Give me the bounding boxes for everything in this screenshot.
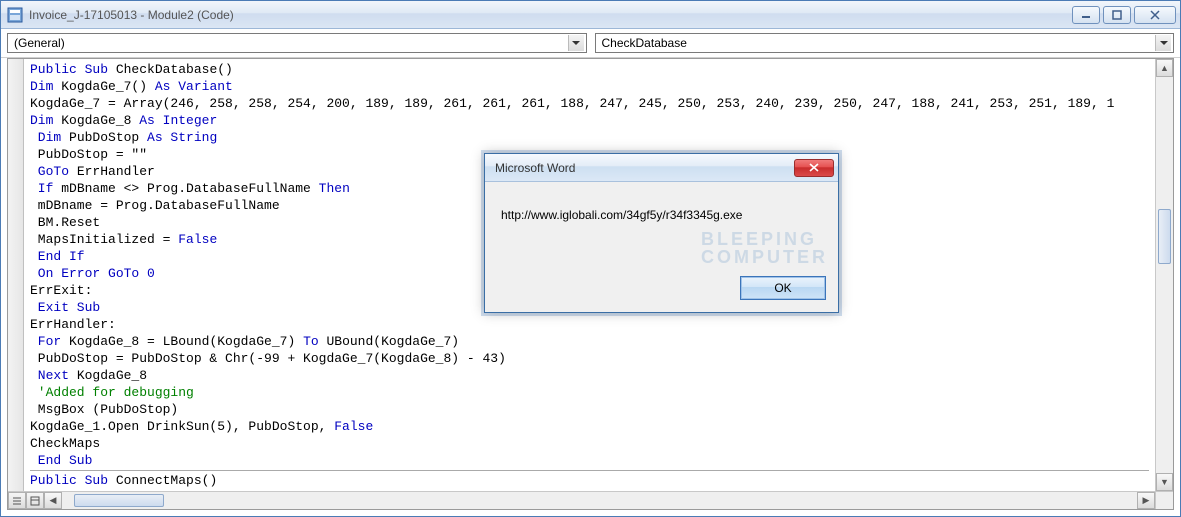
app-icon (7, 7, 23, 23)
code-line: Dim PubDoStop As String (30, 129, 1149, 146)
code-line: Dim KogdaGe_8 As Integer (30, 112, 1149, 129)
scroll-right-arrow-icon[interactable]: ▶ (1137, 492, 1155, 509)
object-dropdown[interactable]: (General) (7, 33, 587, 53)
code-line: 'Added for debugging (30, 384, 1149, 401)
code-line: MsgBox (PubDoStop) (30, 401, 1149, 418)
message-dialog: Microsoft Word http://www.iglobali.com/3… (484, 153, 839, 313)
scroll-up-arrow-icon[interactable]: ▲ (1156, 59, 1173, 77)
object-dropdown-value: (General) (14, 36, 65, 50)
margin-indicator-bar (8, 59, 24, 491)
code-line: KogdaGe_1.Open DrinkSun(5), PubDoStop, F… (30, 418, 1149, 435)
minimize-button[interactable] (1072, 6, 1100, 24)
procedure-view-button[interactable] (8, 492, 26, 509)
dialog-close-button[interactable] (794, 159, 834, 177)
scroll-corner (1155, 492, 1173, 509)
watermark: BLEEPING COMPUTER (701, 230, 828, 266)
chevron-down-icon (1155, 35, 1171, 51)
horizontal-scroll-thumb[interactable] (74, 494, 164, 507)
dialog-titlebar[interactable]: Microsoft Word (485, 154, 838, 182)
code-line: End Sub (30, 452, 1149, 469)
code-line: Next KogdaGe_8 (30, 367, 1149, 384)
code-line: Public Sub ConnectMaps() (30, 472, 1149, 489)
vertical-scroll-thumb[interactable] (1158, 209, 1171, 264)
procedure-dropdown[interactable]: CheckDatabase (595, 33, 1175, 53)
close-button[interactable] (1134, 6, 1176, 24)
code-line: PubDoStop = PubDoStop & Chr(-99 + KogdaG… (30, 350, 1149, 367)
ok-button[interactable]: OK (740, 276, 826, 300)
code-line: ErrHandler: (30, 316, 1149, 333)
full-module-view-button[interactable] (26, 492, 44, 509)
maximize-button[interactable] (1103, 6, 1131, 24)
scroll-left-arrow-icon[interactable]: ◀ (44, 492, 62, 509)
procedure-dropdown-value: CheckDatabase (602, 36, 687, 50)
code-line: KogdaGe_7 = Array(246, 258, 258, 254, 20… (30, 95, 1149, 112)
code-line: Dim KogdaGe_7() As Variant (30, 78, 1149, 95)
code-line: Public Sub CheckDatabase() (30, 61, 1149, 78)
vertical-scrollbar[interactable]: ▲ ▼ (1155, 59, 1173, 491)
object-procedure-row: (General) CheckDatabase (1, 29, 1180, 58)
scroll-down-arrow-icon[interactable]: ▼ (1156, 473, 1173, 491)
code-line: CheckMaps (30, 435, 1149, 452)
code-line: Dim objStorages As Variant (30, 489, 1149, 491)
dialog-title: Microsoft Word (495, 161, 575, 175)
dialog-message: http://www.iglobali.com/34gf5y/r34f3345g… (501, 208, 824, 222)
window-titlebar: Invoice_J-17105013 - Module2 (Code) (1, 1, 1180, 29)
chevron-down-icon (568, 35, 584, 51)
horizontal-scrollbar[interactable]: ◀ ▶ (44, 492, 1155, 509)
code-line: For KogdaGe_8 = LBound(KogdaGe_7) To UBo… (30, 333, 1149, 350)
window-title: Invoice_J-17105013 - Module2 (Code) (29, 8, 1072, 22)
